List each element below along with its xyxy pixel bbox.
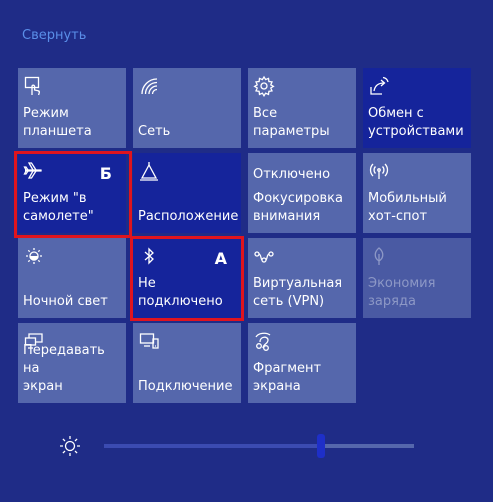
tile-label: Ночной свет [23,294,108,309]
nearby-sharing-icon [368,75,390,97]
tile-label: Режим "в самолете" [23,191,94,224]
brightness-slider[interactable] [104,434,414,458]
tile-label: Экономия заряда [368,276,436,309]
screen-snip-icon [253,330,275,352]
night-light-icon [23,245,45,267]
tile-battery-saver: Экономия заряда [363,238,471,318]
bluetooth-icon [138,245,160,267]
tile-location[interactable]: Расположение [133,153,241,233]
tile-label: Фрагмент экрана [253,361,322,394]
mobile-hotspot-icon [368,160,390,182]
tile-vpn[interactable]: Виртуальная сеть (VPN) [248,238,356,318]
location-icon [138,160,160,182]
marker-b: Б [99,164,112,183]
collapse-link[interactable]: Свернуть [22,28,86,43]
tile-label: Режим планшета [23,106,92,139]
tile-screen-snip[interactable]: Фрагмент экрана [248,323,356,403]
tile-label: Обмен с устройствами [368,106,464,139]
tile-nearby-sharing[interactable]: Обмен с устройствами [363,68,471,148]
tile-bluetooth[interactable]: А Не подключено [133,238,241,318]
tile-label: Передавать на экран [23,343,105,394]
connect-icon [138,330,160,352]
tile-all-settings[interactable]: Все параметры [248,68,356,148]
tile-airplane-mode[interactable]: Б Режим "в самолете" [18,153,126,233]
tile-label: Мобильный хот-спот [368,191,447,224]
settings-gear-icon [253,75,275,97]
vpn-icon [253,245,275,267]
tile-connect[interactable]: Подключение [133,323,241,403]
tile-label: Все параметры [253,106,330,139]
battery-saver-icon [368,245,390,267]
brightness-slider-thumb[interactable] [317,434,325,458]
airplane-icon [23,160,45,182]
tile-night-light[interactable]: Ночной свет [18,238,126,318]
tile-label: Расположение [138,209,239,224]
brightness-sun-icon [58,434,82,458]
tablet-mode-icon [23,75,45,97]
network-icon [138,75,160,97]
tile-label: Подключение [138,379,233,394]
tile-label: Виртуальная сеть (VPN) [253,276,343,309]
tile-mobile-hotspot[interactable]: Мобильный хот-спот [363,153,471,233]
tile-label: Не подключено [138,276,223,309]
tile-label: Фокусировка внимания [253,191,343,224]
brightness-slider-fill [104,444,321,448]
tile-tablet-mode[interactable]: Режим планшета [18,68,126,148]
tile-status: Отключено [253,167,331,182]
tile-label: Сеть [138,124,171,139]
tile-focus-assist[interactable]: Отключено Фокусировка внимания [248,153,356,233]
tile-project[interactable]: Передавать на экран [18,323,126,403]
tile-network[interactable]: Сеть [133,68,241,148]
marker-a: А [214,249,227,268]
